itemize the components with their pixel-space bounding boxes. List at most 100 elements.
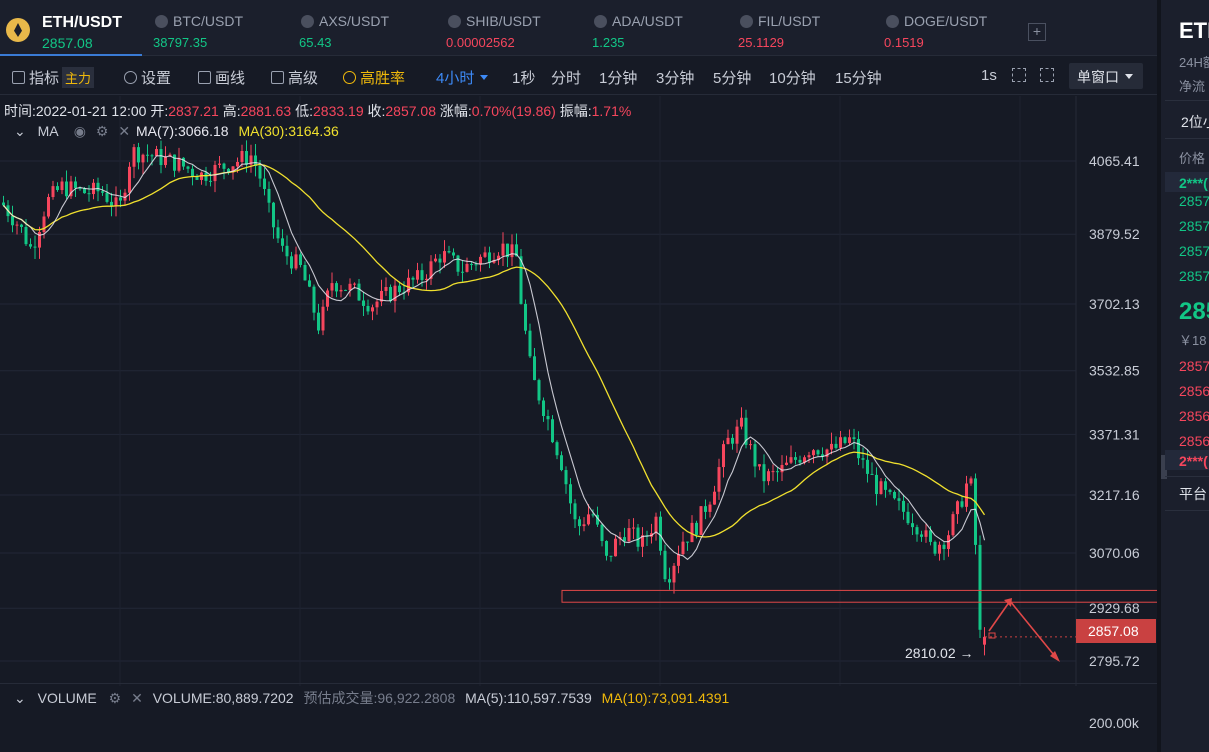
ticker-fil[interactable]: FIL/USDT 25.1129 <box>738 0 868 56</box>
candle-body <box>155 149 158 157</box>
interval-3m[interactable]: 3分钟 <box>656 67 694 88</box>
candle-body <box>816 450 820 455</box>
candle-body <box>461 271 464 273</box>
candle-body <box>420 270 424 280</box>
panel-24h-label: 24H额 <box>1179 55 1209 70</box>
interval-timeline[interactable]: 分时 <box>551 67 581 88</box>
interval-15m[interactable]: 15分钟 <box>835 67 882 88</box>
candle-body <box>330 283 334 291</box>
candle-body <box>137 147 140 163</box>
eye-icon[interactable]: ◉ <box>74 123 86 139</box>
candle-body <box>299 254 302 265</box>
panel-netflow-label: 净流 <box>1179 79 1206 94</box>
chevron-down-icon[interactable]: ⌄ <box>14 123 26 139</box>
candle-body <box>456 255 460 272</box>
orderbook-row[interactable]: 2***( <box>1179 175 1208 191</box>
candle-body <box>861 458 865 460</box>
candle-body <box>830 443 833 450</box>
gear-icon[interactable]: ⚙ <box>96 123 109 139</box>
orderbook-row[interactable]: 2***( <box>1179 453 1208 469</box>
candle-body <box>605 541 608 556</box>
orderbook-row[interactable]: 2857 <box>1179 358 1209 374</box>
settings-button[interactable]: 设置 <box>124 67 171 88</box>
candle-body <box>902 500 905 512</box>
eth-logo-icon <box>6 18 30 42</box>
coin-icon <box>301 15 314 28</box>
candle-body <box>357 283 361 301</box>
candle-body <box>753 444 757 467</box>
support-zone-box <box>561 589 1157 603</box>
window-mode-dropdown[interactable]: 单窗口 <box>1069 63 1143 89</box>
orderbook-row[interactable]: 2856 <box>1179 408 1209 424</box>
high-win-button[interactable]: 高胜率 <box>343 67 405 88</box>
close-icon[interactable]: ✕ <box>131 690 143 706</box>
candle-body <box>951 514 955 536</box>
candle-body <box>654 516 658 534</box>
gear-icon[interactable]: ⚙ <box>109 690 122 706</box>
fullscreen-icon[interactable] <box>1012 68 1026 82</box>
candle-body <box>452 252 455 256</box>
candle-body <box>690 522 694 543</box>
candle-body <box>848 437 851 443</box>
indicator-icon <box>12 71 25 84</box>
ticker-price: 1.235 <box>592 35 625 50</box>
interval-dropdown[interactable]: 4小时 <box>436 67 489 88</box>
chevron-down-icon <box>1125 74 1133 79</box>
candle-body <box>353 283 356 285</box>
candle-body <box>672 565 676 583</box>
candle-body <box>717 467 721 492</box>
candle-body <box>150 155 154 157</box>
chevron-down-icon[interactable]: ⌄ <box>14 690 26 706</box>
ticker-shib[interactable]: SHIB/USDT 0.00002562 <box>446 0 576 56</box>
screenshot-icon[interactable] <box>1040 68 1054 82</box>
indicators-button[interactable]: 指标 主力 <box>12 67 95 88</box>
candle-body <box>141 154 145 163</box>
period-low-label: 2810.02 → <box>905 645 974 661</box>
interval-1s[interactable]: 1秒 <box>512 67 535 88</box>
candle-body <box>47 197 50 217</box>
draw-button[interactable]: 画线 <box>198 67 245 88</box>
orderbook-row[interactable]: 2857 <box>1179 243 1209 259</box>
ticker-btc[interactable]: BTC/USDT 38797.35 <box>153 0 283 56</box>
close-icon[interactable]: ✕ <box>118 123 130 139</box>
candle-body <box>60 181 64 191</box>
orderbook-row[interactable]: 2856 <box>1179 383 1209 399</box>
ticker-price: 2857.08 <box>42 35 93 51</box>
candle-body <box>236 161 239 167</box>
orderbook-row[interactable]: 2856 <box>1179 433 1209 449</box>
ticker-ada[interactable]: ADA/USDT 1.235 <box>592 0 722 56</box>
ticker-eth[interactable]: ETH/USDT 2857.08 <box>0 0 142 56</box>
candle-body <box>627 528 631 542</box>
interval-1m[interactable]: 1分钟 <box>599 67 637 88</box>
orderbook-row[interactable]: 2857 <box>1179 268 1209 284</box>
add-ticker-button[interactable]: + <box>1028 23 1046 41</box>
advanced-button[interactable]: 高级 <box>271 67 318 88</box>
orderbook-row[interactable]: 2857 <box>1179 218 1209 234</box>
candle-body <box>524 303 527 331</box>
candle-body <box>911 523 914 528</box>
candle-body <box>533 356 536 381</box>
candle-body <box>186 166 190 169</box>
candle-body <box>942 544 946 549</box>
interval-10m[interactable]: 10分钟 <box>769 67 816 88</box>
ticker-bar: ETH/USDT 2857.08 BTC/USDT 38797.35 AXS/U… <box>0 0 1157 56</box>
orderbook-row[interactable]: 2857 <box>1179 193 1209 209</box>
candle-body <box>794 457 797 460</box>
interval-5m[interactable]: 5分钟 <box>713 67 751 88</box>
candle-body <box>213 164 217 182</box>
candle-body <box>218 163 221 165</box>
ticker-axs[interactable]: AXS/USDT 65.43 <box>299 0 429 56</box>
candle-body <box>348 283 352 291</box>
candlestick-chart[interactable]: 4065.41 3879.52 3702.13 3532.85 3371.31 3217.… <box>0 96 1157 686</box>
decimal-selector[interactable]: 2位小 <box>1181 112 1209 132</box>
candle-body <box>290 256 293 269</box>
candle-body <box>555 442 559 456</box>
ticker-doge[interactable]: DOGE/USDT 0.1519 <box>884 0 1014 56</box>
refresh-rate[interactable]: 1s <box>981 67 997 84</box>
candle-body <box>209 180 212 182</box>
candle-body <box>344 289 347 291</box>
candle-body <box>582 524 586 527</box>
candle-body <box>114 197 118 207</box>
ticker-name: SHIB/USDT <box>466 13 541 29</box>
candle-body <box>978 544 982 630</box>
